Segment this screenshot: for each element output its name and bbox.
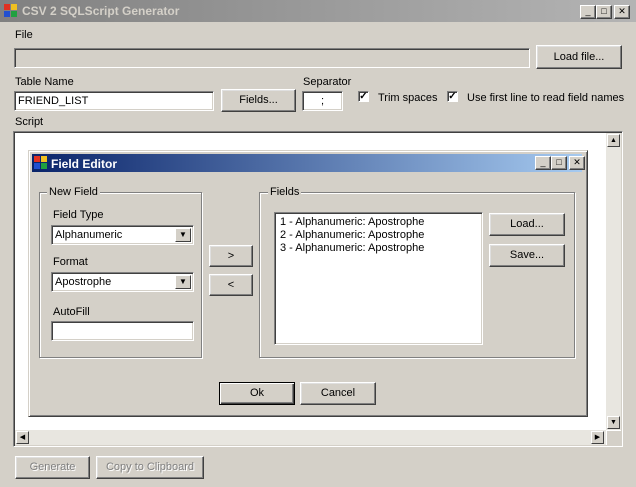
field-type-value: Alphanumeric xyxy=(55,229,123,241)
format-select[interactable]: Apostrophe ▼ xyxy=(51,272,194,292)
window-title: CSV 2 SQLScript Generator xyxy=(22,4,180,18)
table-name-label: Table Name xyxy=(15,76,74,88)
use-first-line-label: Use first line to read field names xyxy=(467,92,625,104)
format-value: Apostrophe xyxy=(55,276,112,288)
maximize-button[interactable]: □ xyxy=(596,5,612,19)
minimize-button[interactable]: _ xyxy=(580,5,596,19)
table-name-input[interactable]: FRIEND_LIST xyxy=(14,91,214,111)
fields-listbox[interactable]: 1 - Alphanumeric: Apostrophe 2 - Alphanu… xyxy=(274,212,483,345)
trim-spaces-label: Trim spaces xyxy=(378,92,438,104)
list-item[interactable]: 2 - Alphanumeric: Apostrophe xyxy=(280,229,424,242)
trim-spaces-checkbox[interactable]: ✓ xyxy=(358,91,369,102)
fields-group-label: Fields xyxy=(268,186,302,198)
generate-button[interactable]: Generate xyxy=(15,456,90,479)
separator-label: Separator xyxy=(303,76,352,88)
script-horizontal-scrollbar[interactable] xyxy=(15,430,606,445)
script-label: Script xyxy=(15,116,44,128)
chevron-down-icon[interactable]: ▼ xyxy=(175,275,191,289)
file-path-field[interactable] xyxy=(14,48,530,68)
list-item[interactable]: 1 - Alphanumeric: Apostrophe xyxy=(280,216,424,229)
app-icon xyxy=(4,4,18,18)
cancel-button[interactable]: Cancel xyxy=(300,382,376,405)
load-fields-button[interactable]: Load... xyxy=(489,213,565,236)
dialog-title: Field Editor xyxy=(51,157,117,171)
arrow-down-icon[interactable]: ▼ xyxy=(607,416,620,429)
scrollbar-corner xyxy=(607,431,621,445)
close-button[interactable]: ✕ xyxy=(614,5,630,19)
autofill-label: AutoFill xyxy=(53,306,90,318)
copy-to-clipboard-button[interactable]: Copy to Clipboard xyxy=(96,456,204,479)
arrow-left-icon[interactable]: ◀ xyxy=(16,431,29,444)
add-field-button[interactable]: > xyxy=(209,245,253,267)
load-file-button[interactable]: Load file... xyxy=(536,45,622,69)
separator-value: ; xyxy=(321,95,325,107)
arrow-right-icon[interactable]: ▶ xyxy=(591,431,604,444)
dialog-app-icon xyxy=(34,156,48,170)
ok-button[interactable]: Ok xyxy=(219,382,295,405)
chevron-down-icon[interactable]: ▼ xyxy=(175,228,191,242)
dialog-title-bar[interactable]: Field Editor _ □ ✕ xyxy=(32,154,585,172)
field-type-label: Field Type xyxy=(53,209,104,221)
field-editor-dialog: Field Editor _ □ ✕ New Field Field Type … xyxy=(28,150,588,417)
fields-button[interactable]: Fields... xyxy=(221,89,296,112)
dialog-close-button[interactable]: ✕ xyxy=(569,156,585,170)
save-fields-button[interactable]: Save... xyxy=(489,244,565,267)
script-vertical-scrollbar[interactable] xyxy=(606,133,621,430)
format-label: Format xyxy=(53,256,88,268)
use-first-line-checkbox[interactable]: ✓ xyxy=(447,91,458,102)
dialog-maximize-button[interactable]: □ xyxy=(551,156,567,170)
dialog-minimize-button[interactable]: _ xyxy=(535,156,551,170)
file-label: File xyxy=(15,29,33,41)
new-field-group-label: New Field xyxy=(47,186,100,198)
list-item[interactable]: 3 - Alphanumeric: Apostrophe xyxy=(280,242,424,255)
field-type-select[interactable]: Alphanumeric ▼ xyxy=(51,225,194,245)
separator-input[interactable]: ; xyxy=(302,91,343,111)
table-name-value: FRIEND_LIST xyxy=(18,95,89,107)
arrow-up-icon[interactable]: ▲ xyxy=(607,134,620,147)
autofill-input[interactable] xyxy=(51,321,194,341)
main-title-bar[interactable]: CSV 2 SQLScript Generator _ □ ✕ xyxy=(0,0,636,22)
remove-field-button[interactable]: < xyxy=(209,274,253,296)
